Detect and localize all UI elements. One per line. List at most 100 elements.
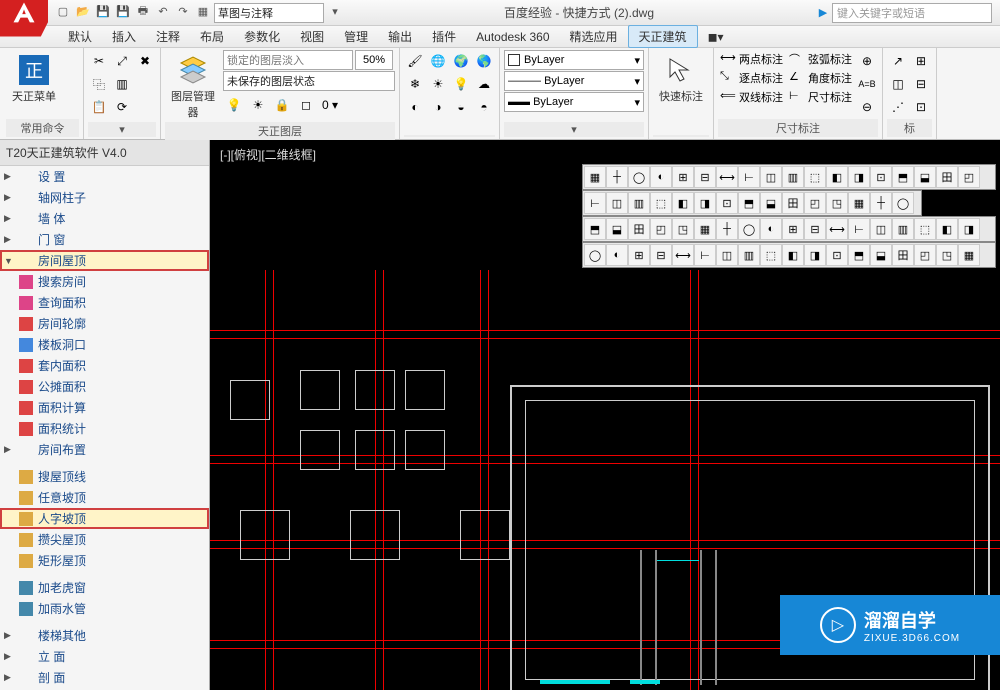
- toolbar-button[interactable]: ⊡: [716, 192, 738, 214]
- tree-item[interactable]: ▶立 面: [0, 646, 209, 667]
- layer-name[interactable]: 0 ▾: [319, 94, 341, 116]
- tree-item[interactable]: ▶设 置: [0, 166, 209, 187]
- tab-featured[interactable]: 精选应用: [560, 26, 628, 47]
- toolbar-button[interactable]: ⊟: [694, 166, 716, 188]
- toolbar-button[interactable]: ◐: [760, 218, 782, 240]
- tree-item[interactable]: 矩形屋顶: [0, 550, 209, 571]
- m4-icon[interactable]: ◓: [473, 96, 495, 118]
- ex5-icon[interactable]: ⋰: [887, 96, 909, 118]
- qat-undo-icon[interactable]: ↶: [154, 3, 172, 21]
- linetype-dropdown[interactable]: ——— ByLayer▾: [504, 71, 644, 91]
- toolbar-button[interactable]: 田: [782, 192, 804, 214]
- ex2-icon[interactable]: ⊞: [910, 50, 932, 72]
- toolbar-button[interactable]: ▦: [848, 192, 870, 214]
- toolbar-button[interactable]: ⬒: [584, 218, 606, 240]
- floating-toolbar-3[interactable]: ⬒⬓田◰◳▦┼◯◐⊞⊟⟷⊢◫▥⬚◧◨: [582, 216, 996, 242]
- toolbar-button[interactable]: ◫: [870, 218, 892, 240]
- bulb2-icon[interactable]: 💡: [450, 73, 472, 95]
- workspace-dropdown[interactable]: 草图与注释: [214, 3, 324, 23]
- qat-open-icon[interactable]: 📂: [74, 3, 92, 21]
- qat-saveas-icon[interactable]: 💾: [114, 3, 132, 21]
- toolbar-button[interactable]: ◨: [804, 244, 826, 266]
- toolbar-button[interactable]: ◯: [892, 192, 914, 214]
- tree-item[interactable]: 加老虎窗: [0, 577, 209, 598]
- tree-item[interactable]: ▶墙 体: [0, 208, 209, 229]
- toolbar-button[interactable]: ◰: [650, 218, 672, 240]
- toolbar-button[interactable]: 田: [936, 166, 958, 188]
- layer-lock-icon[interactable]: 🔒: [271, 94, 293, 116]
- qat-print-icon[interactable]: 🖶: [134, 3, 152, 21]
- toolbar-button[interactable]: ⊞: [782, 218, 804, 240]
- globe3-icon[interactable]: 🌎: [473, 50, 495, 72]
- toolbar-button[interactable]: ⬓: [870, 244, 892, 266]
- world-icon[interactable]: 🌐: [427, 50, 449, 72]
- toolbar-button[interactable]: ⟷: [672, 244, 694, 266]
- toolbar-button[interactable]: ◯: [628, 166, 650, 188]
- viewport-label[interactable]: [-][俯视][二维线框]: [220, 146, 316, 163]
- m1-icon[interactable]: ◐: [404, 96, 426, 118]
- toolbar-button[interactable]: 田: [628, 218, 650, 240]
- tree-item[interactable]: 面积计算: [0, 397, 209, 418]
- tab-extra-icon[interactable]: ◼▾: [698, 28, 734, 46]
- toolbar-button[interactable]: ⊢: [694, 244, 716, 266]
- tree-item[interactable]: ▶房间布置: [0, 439, 209, 460]
- toolbar-button[interactable]: ┼: [606, 166, 628, 188]
- tree-item[interactable]: 人字坡顶: [0, 508, 209, 529]
- tab-view[interactable]: 视图: [290, 26, 334, 47]
- dim-ext1-icon[interactable]: ⊕: [856, 50, 878, 72]
- toolbar-button[interactable]: ⊢: [738, 166, 760, 188]
- tab-autodesk360[interactable]: Autodesk 360: [466, 28, 559, 46]
- tree-item[interactable]: 搜屋顶线: [0, 466, 209, 487]
- toolbar-button[interactable]: ┼: [870, 192, 892, 214]
- toolbar-button[interactable]: ◰: [958, 166, 980, 188]
- toolbar-button[interactable]: ⊟: [804, 218, 826, 240]
- toolbar-button[interactable]: ◳: [672, 218, 694, 240]
- qat-new-icon[interactable]: ▢: [54, 3, 72, 21]
- tree-item[interactable]: ▶门 窗: [0, 229, 209, 250]
- toolbar-button[interactable]: ◨: [694, 192, 716, 214]
- toolbar-button[interactable]: ⬒: [738, 192, 760, 214]
- toolbar-button[interactable]: ◫: [716, 244, 738, 266]
- ex1-icon[interactable]: ↗: [887, 50, 909, 72]
- tab-tangent[interactable]: 天正建筑: [628, 25, 698, 48]
- m3-icon[interactable]: ◒: [450, 96, 472, 118]
- tree-item[interactable]: 任意坡顶: [0, 487, 209, 508]
- search-icon[interactable]: ▶: [814, 4, 832, 22]
- toolbar-button[interactable]: ◯: [584, 244, 606, 266]
- toolbar-button[interactable]: ⬓: [606, 218, 628, 240]
- tree-item[interactable]: 搜索房间: [0, 271, 209, 292]
- layer-manager-button[interactable]: 图层管理器: [165, 50, 221, 122]
- tree-item[interactable]: 查询面积: [0, 292, 209, 313]
- toolbar-button[interactable]: ┼: [716, 218, 738, 240]
- sun2-icon[interactable]: ☀: [427, 73, 449, 95]
- qat-save-icon[interactable]: 💾: [94, 3, 112, 21]
- tree-item[interactable]: 套内面积: [0, 355, 209, 376]
- toolbar-button[interactable]: ⊟: [650, 244, 672, 266]
- toolbar-button[interactable]: ⊢: [848, 218, 870, 240]
- tab-insert[interactable]: 插入: [102, 26, 146, 47]
- tab-manage[interactable]: 管理: [334, 26, 378, 47]
- tree-item[interactable]: 攒尖屋顶: [0, 529, 209, 550]
- toolbar-button[interactable]: ⬓: [914, 166, 936, 188]
- toolbar-button[interactable]: ⟷: [716, 166, 738, 188]
- snow-icon[interactable]: ❄: [404, 73, 426, 95]
- app-logo[interactable]: [0, 0, 48, 37]
- toolbar-button[interactable]: ⊞: [672, 166, 694, 188]
- dim-two-point[interactable]: ⟷两点标注: [718, 50, 785, 68]
- toolbar-button[interactable]: ▦: [584, 166, 606, 188]
- toolbar-button[interactable]: ◳: [826, 192, 848, 214]
- toolbar-button[interactable]: ⬚: [914, 218, 936, 240]
- qat-grid-icon[interactable]: ▦: [194, 3, 212, 21]
- toolbar-button[interactable]: ◫: [760, 166, 782, 188]
- tab-parametric[interactable]: 参数化: [234, 26, 290, 47]
- dim-angle[interactable]: ∠角度标注: [787, 69, 854, 87]
- toolbar-button[interactable]: ▦: [958, 244, 980, 266]
- toolbar-button[interactable]: ⊡: [870, 166, 892, 188]
- dim-ext3-icon[interactable]: ⊖: [856, 96, 878, 118]
- toolbar-button[interactable]: ⊢: [584, 192, 606, 214]
- dim-dim[interactable]: ⊢尺寸标注: [787, 88, 854, 106]
- tab-output[interactable]: 输出: [378, 26, 422, 47]
- tangent-menu-button[interactable]: 正 天正菜单: [6, 50, 62, 106]
- toolbar-button[interactable]: ◰: [914, 244, 936, 266]
- toolbar-button[interactable]: ⊡: [826, 244, 848, 266]
